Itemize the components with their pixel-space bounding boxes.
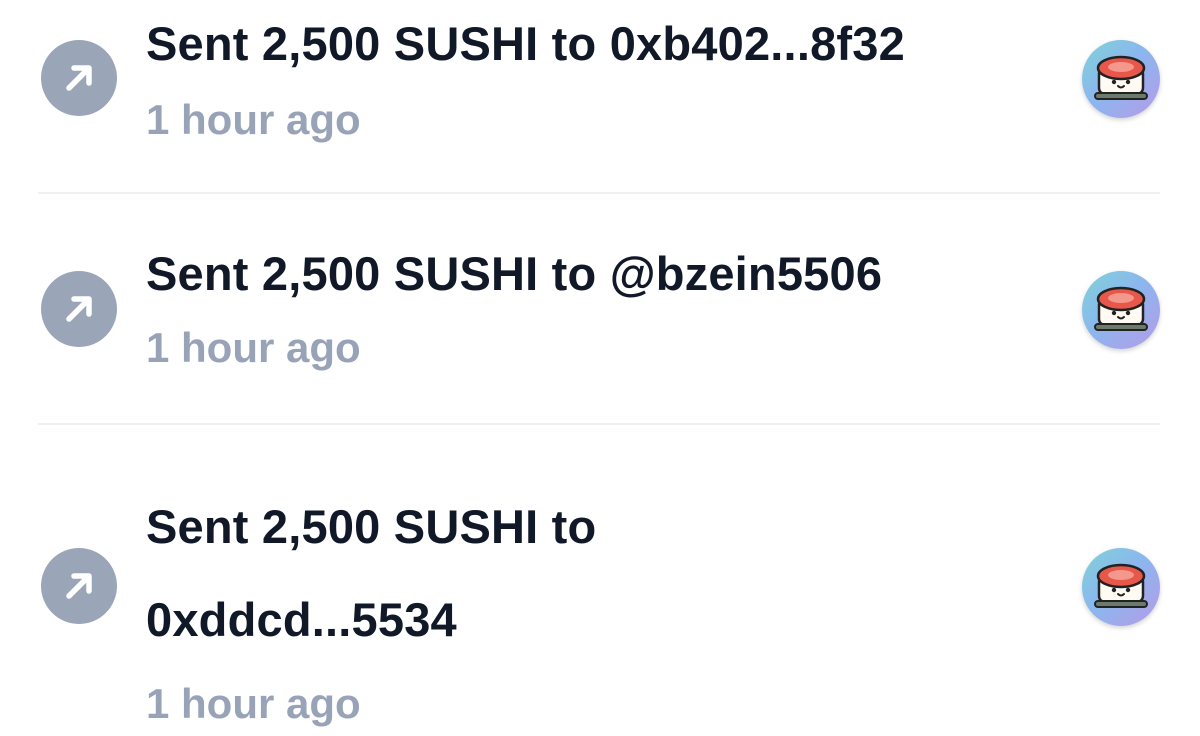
activity-item-timestamp: 1 hour ago (146, 96, 361, 143)
arrow-up-right-icon (41, 271, 117, 347)
activity-list: Sent 2,500 SUSHI to 0xb402...8f32 1 hour… (0, 0, 1200, 736)
activity-item[interactable]: Sent 2,500 SUSHI to @bzein5506 1 hour ag… (0, 194, 1200, 424)
activity-item-text: Sent 2,500 SUSHI to 0xddcd...5534 1 hour… (146, 480, 1066, 730)
activity-item-title: Sent 2,500 SUSHI to 0xb402...8f32 (146, 17, 905, 70)
sushi-token-icon (1082, 271, 1160, 349)
activity-item-text: Sent 2,500 SUSHI to @bzein5506 1 hour ag… (146, 244, 1066, 374)
activity-item-title: Sent 2,500 SUSHI to @bzein5506 (146, 247, 883, 300)
activity-item[interactable]: Sent 2,500 SUSHI to 0xddcd...5534 1 hour… (0, 425, 1200, 736)
sushi-token-icon (1082, 40, 1160, 118)
arrow-up-right-icon (41, 548, 117, 624)
activity-item-text: Sent 2,500 SUSHI to 0xb402...8f32 1 hour… (146, 14, 1066, 146)
activity-item-timestamp: 1 hour ago (146, 680, 361, 727)
activity-item[interactable]: Sent 2,500 SUSHI to 0xb402...8f32 1 hour… (0, 0, 1200, 193)
activity-item-title: Sent 2,500 SUSHI to 0xddcd...5534 (146, 500, 597, 646)
sushi-token-icon (1082, 548, 1160, 626)
arrow-up-right-icon (41, 40, 117, 116)
activity-item-timestamp: 1 hour ago (146, 324, 361, 371)
